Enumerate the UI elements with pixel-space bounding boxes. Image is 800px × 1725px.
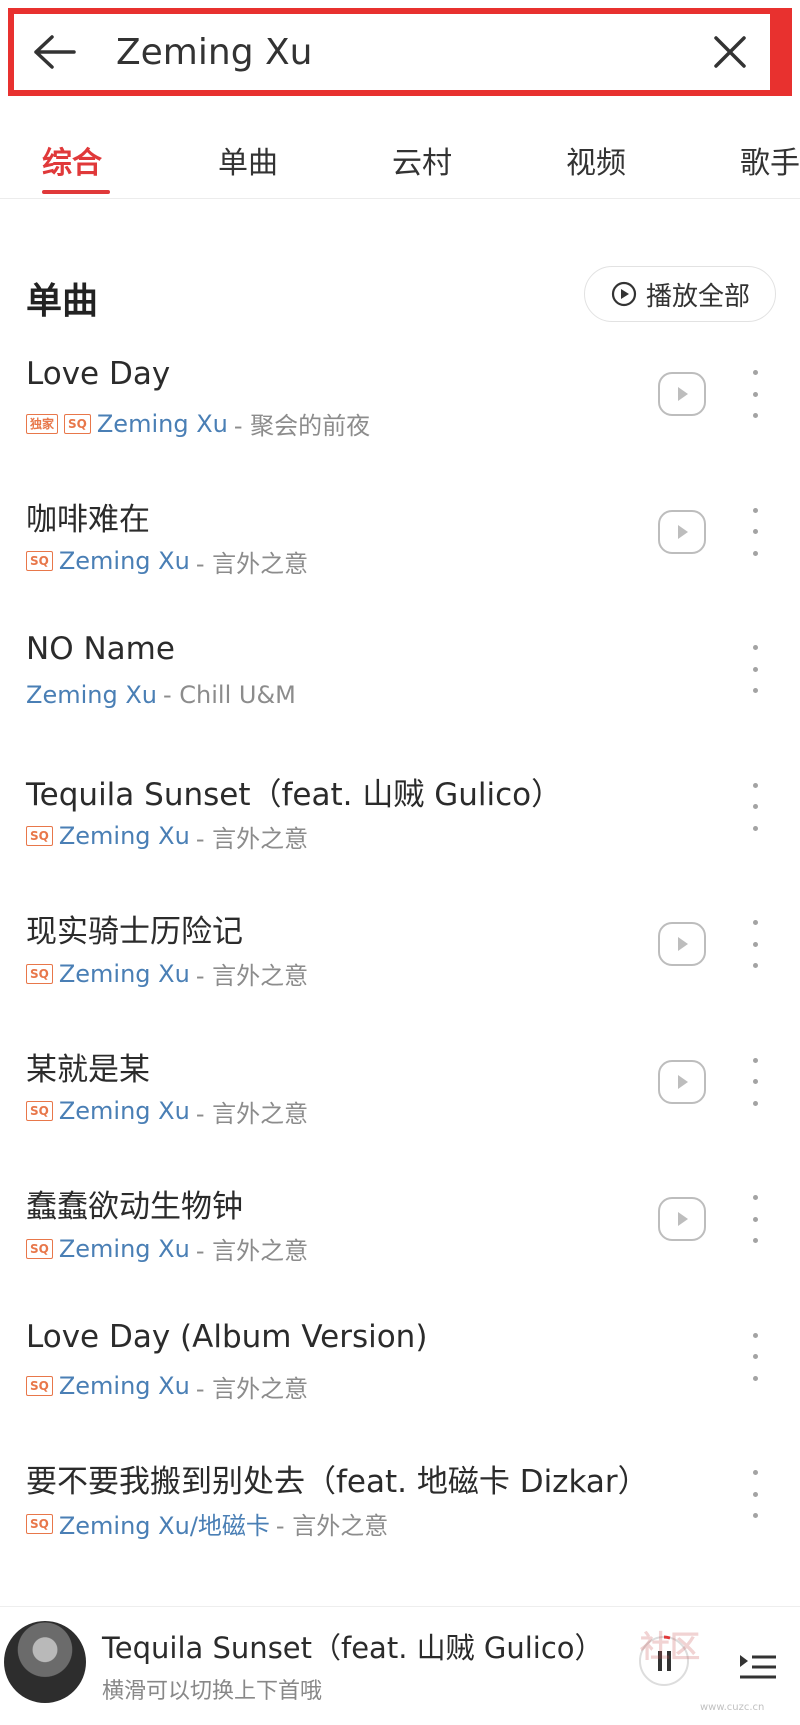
song-row[interactable]: NO Name Zeming Xu - Chill U&M [0, 625, 800, 763]
song-artist[interactable]: Zeming Xu [59, 1235, 190, 1263]
song-meta: SQ Zeming Xu/地磁卡 - 言外之意 [26, 1506, 388, 1541]
tab-all[interactable]: 综合 [42, 138, 102, 182]
more-options-icon[interactable] [745, 1332, 765, 1381]
more-options-icon[interactable] [745, 920, 765, 968]
song-album: - 言外之意 [195, 1237, 309, 1265]
song-title: 咖啡难在 [26, 501, 150, 538]
quality-badge: SQ [26, 826, 53, 846]
song-meta: SQ Zeming Xu - 言外之意 [26, 544, 308, 579]
quality-badge: SQ [26, 1513, 53, 1534]
now-playing-hint: 横滑可以切换上下首哦 [102, 1679, 323, 1704]
tab-artists[interactable]: 歌手 [740, 138, 800, 182]
more-options-icon[interactable] [745, 1470, 765, 1518]
song-title: Love Day [26, 356, 171, 392]
watermark: 社区 [640, 1630, 700, 1665]
quality-badge: SQ [26, 551, 53, 571]
song-album: - 言外之意 [195, 962, 309, 990]
song-album: - 言外之意 [195, 1374, 309, 1403]
song-title: 要不要我搬到别处去（feat. 地磁卡 Dizkar） [26, 1464, 649, 1500]
quality-badge: SQ [26, 963, 53, 984]
song-title: 某就是某 [26, 1051, 150, 1088]
song-album: - 言外之意 [195, 1099, 309, 1128]
song-title: Tequila Sunset（feat. 山贼 Gulico） [26, 776, 563, 813]
active-tab-indicator [42, 190, 110, 194]
quality-badge: 独家 [26, 413, 59, 434]
song-meta: Zeming Xu - Chill U&M [26, 681, 296, 709]
song-album: - 言外之意 [195, 549, 309, 578]
search-input[interactable]: Zeming Xu [94, 32, 690, 73]
watermark-url: www.cuzc.cn [700, 1702, 765, 1713]
clear-icon[interactable] [690, 14, 770, 90]
song-row[interactable]: 蠢蠢欲动生物钟 SQ Zeming Xu - 言外之意 [0, 1175, 800, 1313]
song-album: - Chill U&M [162, 681, 296, 709]
song-meta: SQ Zeming Xu - 言外之意 [26, 956, 308, 991]
playlist-icon[interactable] [736, 1647, 780, 1687]
more-options-icon[interactable] [745, 507, 765, 556]
album-cover[interactable] [4, 1621, 86, 1703]
section-title: 单曲 [26, 281, 99, 322]
quality-badge: SQ [26, 1376, 53, 1396]
song-row[interactable]: 某就是某 SQ Zeming Xu - 言外之意 [0, 1038, 800, 1176]
song-row[interactable]: 现实骑士历险记 SQ Zeming Xu - 言外之意 [0, 900, 800, 1038]
song-title: Love Day (Album Version) [26, 1318, 428, 1355]
song-artist[interactable]: Zeming Xu [59, 960, 190, 988]
song-album: - 聚会的前夜 [233, 412, 371, 440]
song-meta: SQ Zeming Xu - 言外之意 [26, 1369, 308, 1404]
video-play-icon[interactable] [658, 922, 706, 966]
tab-bar: 综合 单曲 云村 视频 歌手 [0, 120, 800, 199]
song-artist[interactable]: Zeming Xu [59, 1372, 190, 1400]
song-album: - 言外之意 [275, 1512, 389, 1540]
song-artist[interactable]: Zeming Xu [26, 681, 157, 709]
more-options-icon[interactable] [745, 1057, 765, 1106]
quality-badge: SQ [26, 1101, 53, 1121]
song-album: - 言外之意 [195, 824, 309, 853]
song-artist[interactable]: Zeming Xu [97, 410, 228, 438]
song-title: NO Name [26, 631, 175, 667]
song-row[interactable]: Love Day (Album Version) SQ Zeming Xu - 言外… [0, 1313, 800, 1451]
song-artist[interactable]: Zeming Xu/地磁卡 [59, 1506, 270, 1541]
song-meta: SQ Zeming Xu - 言外之意 [26, 819, 308, 854]
song-title: 现实骑士历险记 [26, 914, 243, 950]
video-play-icon[interactable] [658, 1059, 706, 1104]
play-all-button[interactable]: 播放全部 [584, 266, 776, 322]
play-circle-icon [611, 281, 637, 307]
song-meta: SQ Zeming Xu - 言外之意 [26, 1094, 308, 1129]
song-row[interactable]: 要不要我搬到别处去（feat. 地磁卡 Dizkar） SQ Zeming Xu/地… [0, 1450, 800, 1588]
song-title: 蠢蠢欲动生物钟 [26, 1189, 243, 1225]
tab-videos[interactable]: 视频 [566, 138, 626, 182]
tab-songs[interactable]: 单曲 [218, 138, 278, 182]
song-meta: SQ Zeming Xu - 言外之意 [26, 1231, 308, 1266]
more-options-icon[interactable] [745, 370, 765, 418]
video-play-icon[interactable] [658, 1197, 706, 1241]
tab-community[interactable]: 云村 [392, 138, 452, 182]
back-arrow-icon[interactable] [14, 14, 94, 90]
more-options-icon[interactable] [745, 1195, 765, 1243]
song-row[interactable]: Love Day 独家 SQ Zeming Xu - 聚会的前夜 [0, 350, 800, 488]
song-list: Love Day 独家 SQ Zeming Xu - 聚会的前夜 咖啡难在 SQ Zemin… [0, 350, 800, 1588]
quality-badge: SQ [64, 413, 91, 434]
song-row[interactable]: Tequila Sunset（feat. 山贼 Gulico） SQ Zeming … [0, 763, 800, 901]
song-row[interactable]: 咖啡难在 SQ Zeming Xu - 言外之意 [0, 488, 800, 626]
song-artist[interactable]: Zeming Xu [59, 822, 190, 850]
more-options-icon[interactable] [745, 782, 765, 831]
song-artist[interactable]: Zeming Xu [59, 1097, 190, 1125]
video-play-icon[interactable] [658, 372, 706, 416]
search-bar: Zeming Xu [14, 14, 770, 90]
more-options-icon[interactable] [745, 645, 765, 693]
now-playing-title: Tequila Sunset（feat. 山贼 Gulico） [102, 1631, 604, 1665]
song-artist[interactable]: Zeming Xu [59, 547, 190, 575]
quality-badge: SQ [26, 1238, 53, 1259]
song-meta: 独家 SQ Zeming Xu - 聚会的前夜 [26, 406, 370, 441]
play-all-label: 播放全部 [645, 281, 750, 312]
video-play-icon[interactable] [658, 509, 706, 554]
